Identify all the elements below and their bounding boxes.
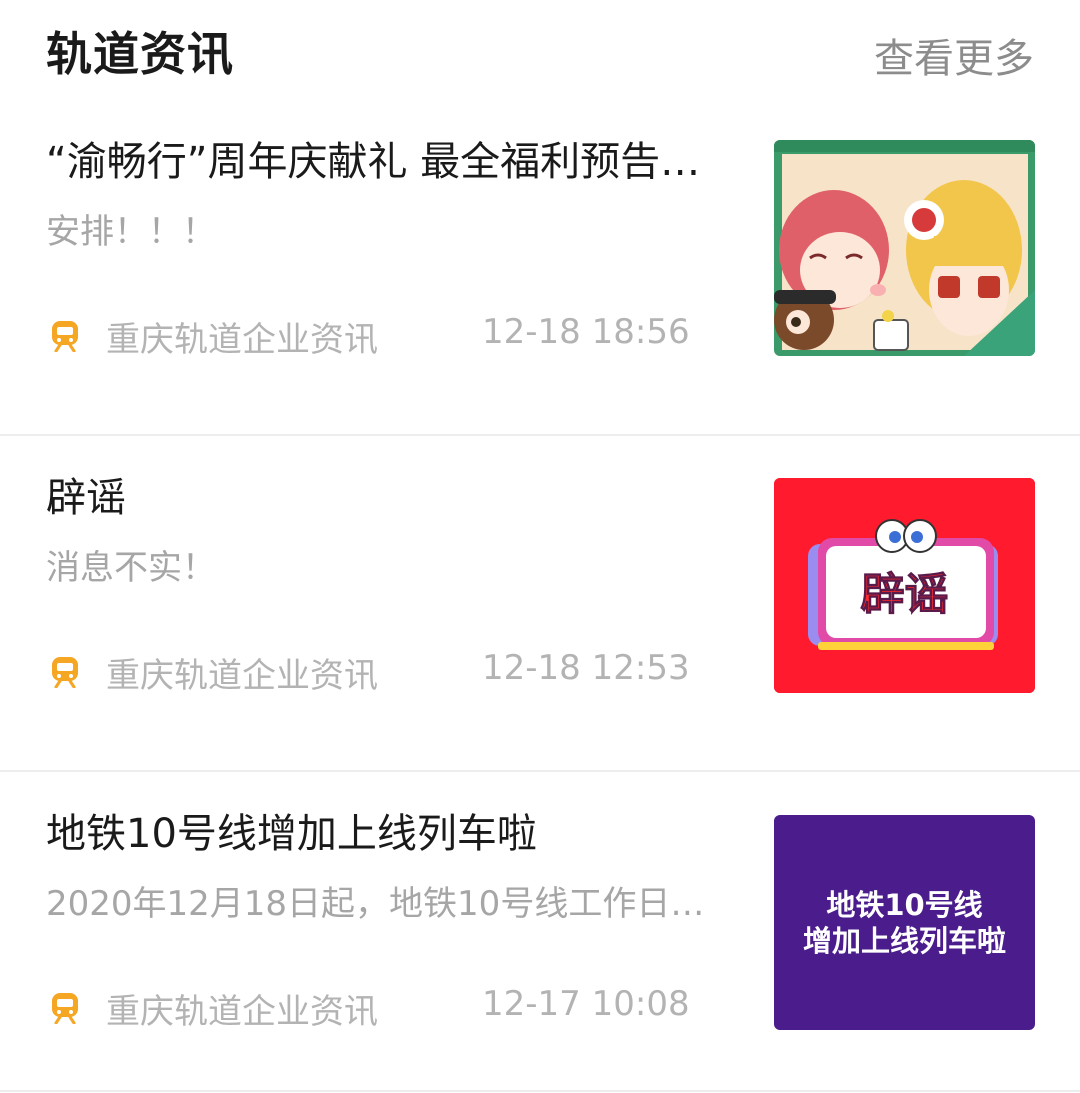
news-meta: 重庆轨道企业资讯 12-18 12:53 (46, 642, 746, 702)
news-headline: 辟谣 (46, 475, 126, 521)
news-thumbnail: 辟谣 (774, 478, 1035, 693)
news-headline: “渝畅行”周年庆献礼 最全福利预告来了，安排！！！ (46, 139, 716, 185)
news-time: 12-18 12:53 (482, 648, 690, 688)
train-icon (52, 993, 78, 1024)
section-header: 轨道资讯 查看更多 (0, 0, 1080, 100)
train-icon (52, 657, 78, 688)
train-icon (52, 321, 78, 352)
news-thumbnail (774, 140, 1035, 356)
news-meta: 重庆轨道企业资讯 12-17 10:08 (46, 978, 746, 1038)
thumbnail-line-1: 地铁10号线 (826, 888, 983, 922)
news-item[interactable]: 地铁10号线增加上线列车啦 2020年12月18日起，地铁10号线工作日高峰时段… (0, 772, 1080, 1092)
cartoon-illustration (774, 140, 1035, 356)
news-summary: 消息不实！ (46, 548, 216, 588)
thumbnail-title: 辟谣 (860, 569, 949, 620)
section-title: 轨道资讯 (46, 27, 234, 81)
news-summary: 2020年12月18日起，地铁10号线工作日高峰时段增加上线列车 (46, 884, 706, 924)
news-source: 重庆轨道企业资讯 (106, 992, 378, 1032)
news-time: 12-18 18:56 (482, 312, 690, 352)
news-source: 重庆轨道企业资讯 (106, 656, 378, 696)
news-item[interactable]: “渝畅行”周年庆献礼 最全福利预告来了，安排！！！ 安排！！！ 重庆轨道企业资讯… (0, 100, 1080, 436)
news-headline: 地铁10号线增加上线列车啦 (46, 811, 537, 857)
news-time: 12-17 10:08 (482, 984, 690, 1024)
news-summary: 安排！！！ (46, 212, 216, 252)
news-thumbnail: 地铁10号线 增加上线列车啦 (774, 815, 1035, 1030)
news-meta: 重庆轨道企业资讯 12-18 18:56 (46, 306, 746, 366)
news-item[interactable]: 辟谣 消息不实！ 重庆轨道企业资讯 12-18 12:53 辟谣 (0, 436, 1080, 772)
news-source: 重庆轨道企业资讯 (106, 320, 378, 360)
thumbnail-line-2: 增加上线列车啦 (802, 924, 1006, 958)
view-more-link[interactable]: 查看更多 (874, 26, 1034, 84)
